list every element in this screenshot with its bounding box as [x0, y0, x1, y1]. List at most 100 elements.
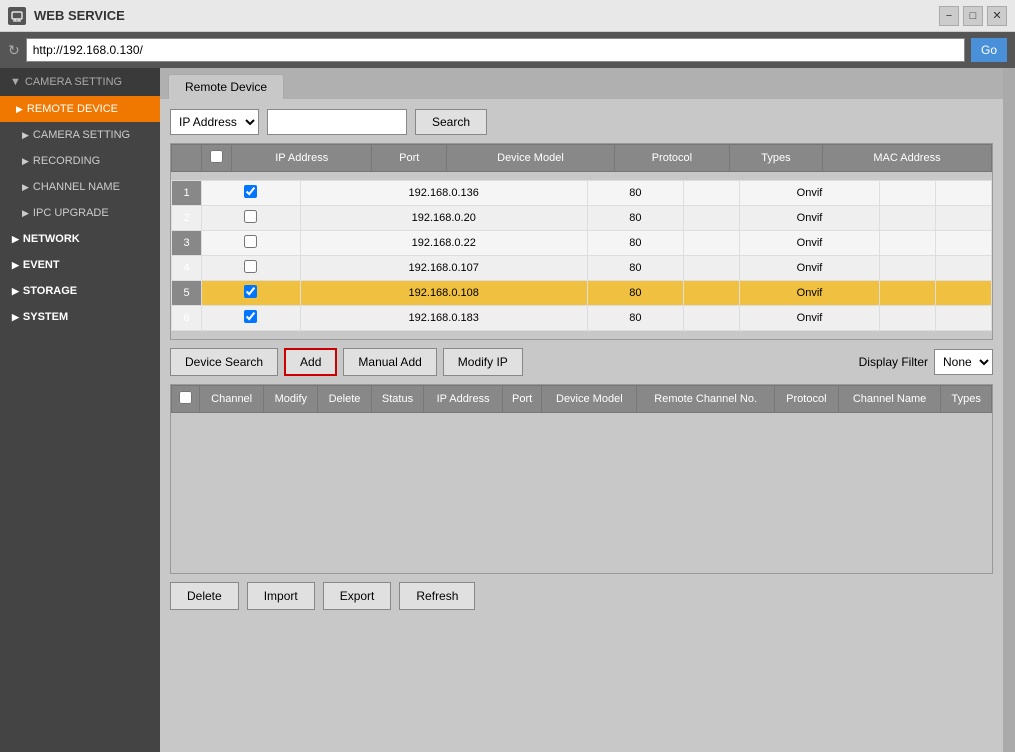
arrow-icon: ▶	[12, 286, 19, 297]
tab-remote-device[interactable]: Remote Device	[168, 74, 284, 99]
sidebar-item-system[interactable]: ▶ SYSTEM	[0, 304, 160, 330]
app-icon	[8, 7, 26, 25]
row-port: 80	[587, 281, 683, 306]
row-protocol: Onvif	[739, 181, 879, 206]
col-types: Types	[729, 145, 822, 172]
row-ip: 192.168.0.20	[300, 206, 587, 231]
col-ch-name: Channel Name	[838, 386, 941, 413]
main-layout: ▼ CAMERA SETTING ▶ REMOTE DEVICE ▶ CAMER…	[0, 68, 1015, 752]
row-number: 3	[172, 231, 202, 256]
search-button[interactable]: Search	[415, 109, 487, 135]
sidebar-item-recording[interactable]: ▶ RECORDING	[0, 148, 160, 174]
row-ip: 192.168.0.107	[300, 256, 587, 281]
row-port: 80	[587, 181, 683, 206]
row-checkbox-cell	[202, 206, 301, 231]
address-input[interactable]	[26, 38, 965, 62]
row-checkbox[interactable]	[244, 210, 257, 223]
row-ip: 192.168.0.183	[300, 306, 587, 331]
sidebar-item-label: REMOTE DEVICE	[27, 103, 118, 115]
table-row[interactable]: 5 192.168.0.108 80 Onvif	[172, 281, 992, 306]
minimize-button[interactable]: −	[939, 6, 959, 26]
action-row: Device Search Add Manual Add Modify IP D…	[170, 348, 993, 376]
refresh-button[interactable]: Refresh	[399, 582, 475, 610]
export-button[interactable]: Export	[323, 582, 392, 610]
col-port: Port	[372, 145, 447, 172]
col-ch-protocol: Protocol	[775, 386, 839, 413]
channel-table-container: Channel Modify Delete Status IP Address …	[170, 384, 993, 574]
device-table: IP Address Port Device Model Protocol Ty…	[171, 144, 992, 172]
table-row[interactable]: 6 192.168.0.183 80 Onvif	[172, 306, 992, 331]
col-ch-ip: IP Address	[424, 386, 503, 413]
col-delete: Delete	[318, 386, 371, 413]
sidebar-item-label: NETWORK	[23, 233, 80, 245]
filter-type-select[interactable]: IP Address	[170, 109, 259, 135]
table-row[interactable]: 2 192.168.0.20 80 Onvif	[172, 206, 992, 231]
refresh-icon[interactable]: ↻	[8, 42, 20, 59]
sidebar-item-network[interactable]: ▶ NETWORK	[0, 226, 160, 252]
row-port: 80	[587, 231, 683, 256]
row-checkbox-cell	[202, 256, 301, 281]
col-mac: MAC Address	[822, 145, 991, 172]
row-checkbox[interactable]	[244, 310, 257, 323]
col-ch-checkbox	[172, 386, 200, 413]
sidebar-item-label: SYSTEM	[23, 311, 68, 323]
filter-row: IP Address Search	[170, 109, 993, 135]
row-port: 80	[587, 256, 683, 281]
sidebar-item-label: CHANNEL NAME	[33, 181, 120, 193]
device-search-button[interactable]: Device Search	[170, 348, 278, 376]
table-row[interactable]: 4 192.168.0.107 80 Onvif	[172, 256, 992, 281]
content-area: Remote Device IP Address Search	[160, 68, 1003, 752]
close-button[interactable]: ✕	[987, 6, 1007, 26]
window-controls: − □ ✕	[939, 6, 1007, 26]
row-checkbox[interactable]	[244, 285, 257, 298]
row-types	[880, 231, 936, 256]
row-number: 2	[172, 206, 202, 231]
display-filter-select[interactable]: None	[934, 349, 993, 375]
arrow-icon: ▶	[12, 234, 19, 245]
sidebar-item-label: IPC UPGRADE	[33, 207, 109, 219]
import-button[interactable]: Import	[247, 582, 315, 610]
row-number: 5	[172, 281, 202, 306]
app-title: WEB SERVICE	[34, 8, 125, 23]
row-checkbox[interactable]	[244, 235, 257, 248]
row-checkbox-cell	[202, 231, 301, 256]
row-protocol: Onvif	[739, 306, 879, 331]
manual-add-button[interactable]: Manual Add	[343, 348, 436, 376]
col-status: Status	[371, 386, 424, 413]
col-modify: Modify	[264, 386, 318, 413]
filter-input[interactable]	[267, 109, 407, 135]
delete-button[interactable]: Delete	[170, 582, 239, 610]
select-all-checkbox[interactable]	[210, 150, 223, 163]
row-model	[683, 181, 739, 206]
sidebar-item-event[interactable]: ▶ EVENT	[0, 252, 160, 278]
row-checkbox[interactable]	[244, 260, 257, 273]
sidebar-item-label: CAMERA SETTING	[33, 129, 130, 141]
arrow-icon: ▶	[22, 156, 29, 167]
col-channel: Channel	[200, 386, 264, 413]
restore-button[interactable]: □	[963, 6, 983, 26]
row-checkbox[interactable]	[244, 185, 257, 198]
row-protocol: Onvif	[739, 206, 879, 231]
sidebar-item-channel-name[interactable]: ▶ CHANNEL NAME	[0, 174, 160, 200]
add-button[interactable]: Add	[284, 348, 337, 376]
title-bar: WEB SERVICE − □ ✕	[0, 0, 1015, 32]
row-mac	[936, 281, 992, 306]
go-button[interactable]: Go	[971, 38, 1007, 62]
row-model	[683, 206, 739, 231]
sidebar-item-storage[interactable]: ▶ STORAGE	[0, 278, 160, 304]
arrow-icon: ▶	[12, 312, 19, 323]
sidebar-item-camera-setting[interactable]: ▶ CAMERA SETTING	[0, 122, 160, 148]
channel-select-all-checkbox[interactable]	[179, 391, 192, 404]
arrow-icon: ▶	[22, 182, 29, 193]
row-mac	[936, 256, 992, 281]
arrow-icon: ▶	[16, 104, 23, 115]
col-ip: IP Address	[232, 145, 372, 172]
sidebar-item-ipc-upgrade[interactable]: ▶ IPC UPGRADE	[0, 200, 160, 226]
sidebar-item-remote-device[interactable]: ▶ REMOTE DEVICE	[0, 96, 160, 122]
row-number: 1	[172, 181, 202, 206]
row-ip: 192.168.0.136	[300, 181, 587, 206]
table-row[interactable]: 3 192.168.0.22 80 Onvif	[172, 231, 992, 256]
arrow-icon: ▶	[22, 130, 29, 141]
modify-ip-button[interactable]: Modify IP	[443, 348, 523, 376]
table-row[interactable]: 1 192.168.0.136 80 Onvif	[172, 181, 992, 206]
